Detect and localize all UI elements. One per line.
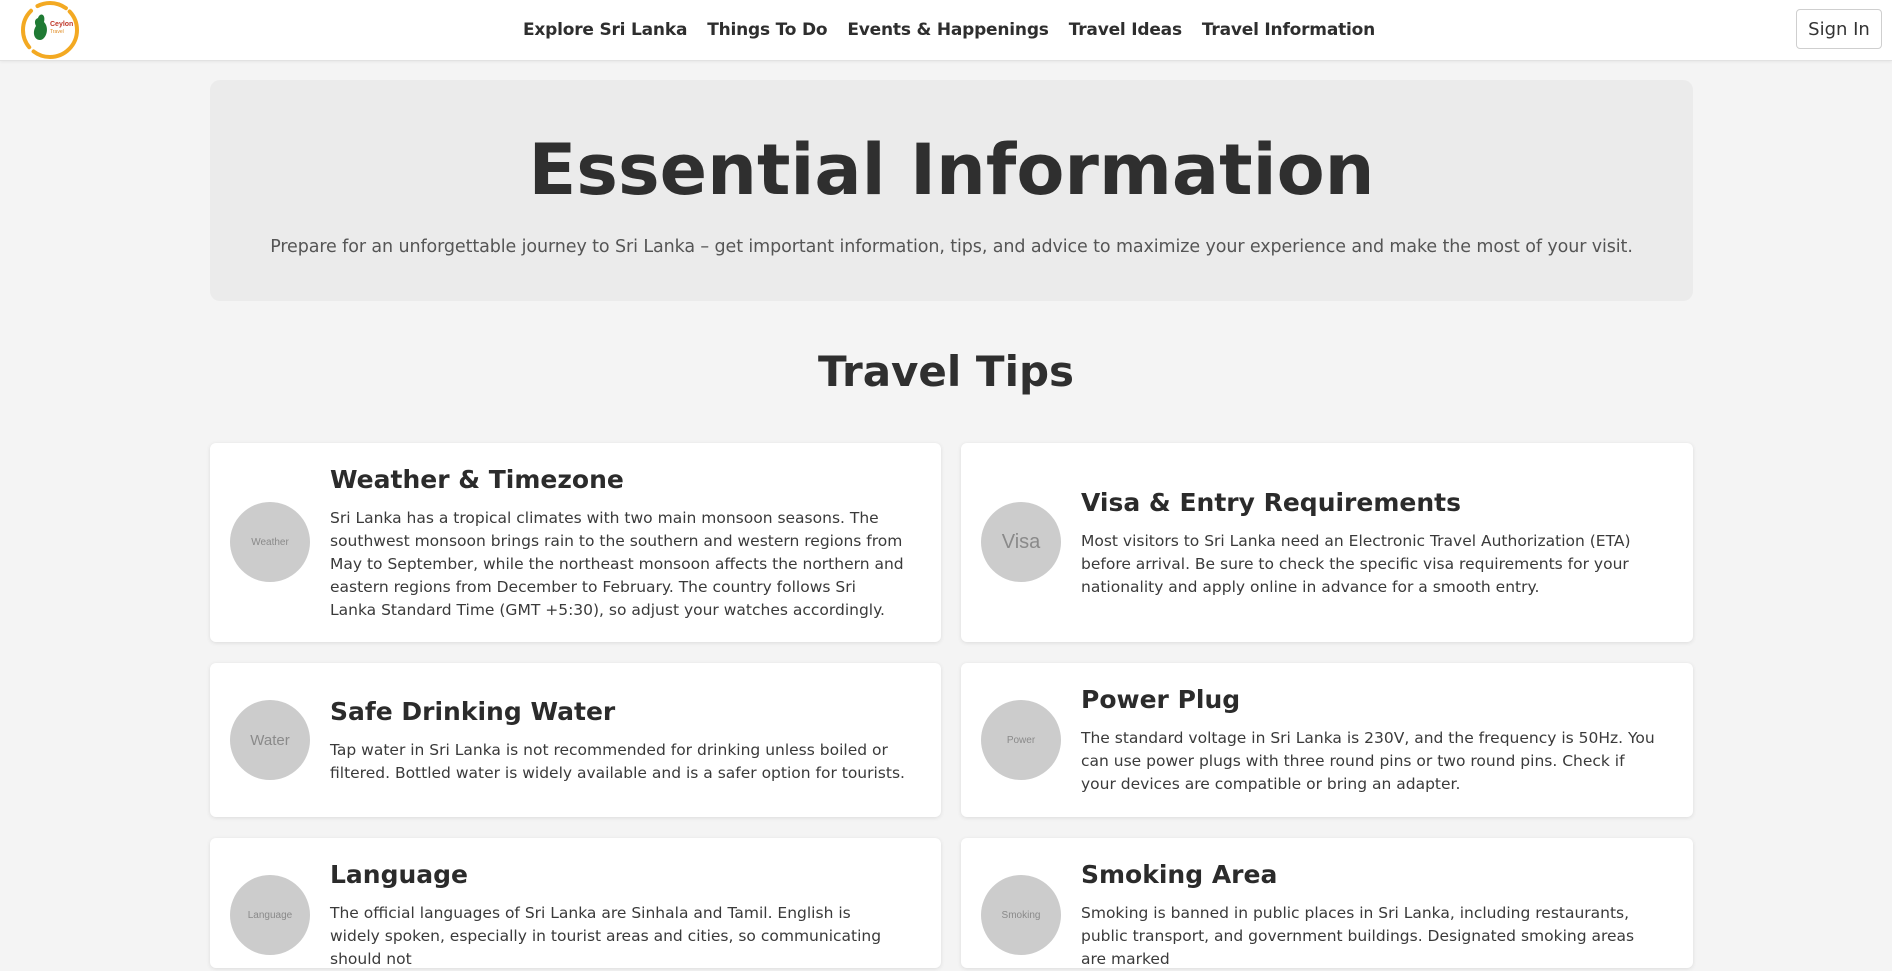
site-header: Ceylon Travel Explore Sri Lanka Things T… bbox=[0, 0, 1892, 61]
tip-card-language: Language Language The official languages… bbox=[210, 838, 941, 968]
tip-card-title: Visa & Entry Requirements bbox=[1081, 488, 1461, 517]
nav-events-happenings[interactable]: Events & Happenings bbox=[847, 20, 1049, 40]
tip-card-water: Water Safe Drinking Water Tap water in S… bbox=[210, 663, 941, 817]
tip-card-title: Language bbox=[330, 860, 469, 889]
travel-tips-heading: Travel Tips bbox=[817, 347, 1075, 396]
hero-banner: Essential Information Prepare for an unf… bbox=[210, 80, 1693, 301]
tip-card-title: Safe Drinking Water bbox=[330, 697, 616, 726]
tip-card-smoking: Smoking Smoking Area Smoking is banned i… bbox=[961, 838, 1693, 968]
smoking-icon: Smoking bbox=[981, 875, 1061, 955]
nav-explore-sri-lanka[interactable]: Explore Sri Lanka bbox=[523, 20, 687, 40]
tip-card-title: Smoking Area bbox=[1081, 860, 1278, 889]
water-icon: Water bbox=[230, 700, 310, 780]
nav-things-to-do[interactable]: Things To Do bbox=[707, 20, 827, 40]
language-icon: Language bbox=[230, 875, 310, 955]
sign-in-button[interactable]: Sign In bbox=[1796, 9, 1882, 49]
tip-card-visa: Visa Visa & Entry Requirements Most visi… bbox=[961, 443, 1693, 642]
nav-travel-information[interactable]: Travel Information bbox=[1202, 20, 1375, 40]
tip-card-text: Tap water in Sri Lanka is not recommende… bbox=[330, 741, 905, 782]
tip-card-text: Most visitors to Sri Lanka need an Elect… bbox=[1081, 532, 1631, 596]
page-title: Essential Information bbox=[528, 129, 1375, 211]
tip-card-weather: Weather Weather & Timezone Sri Lanka has… bbox=[210, 443, 941, 642]
power-plug-icon: Power bbox=[981, 700, 1061, 780]
main-nav: Explore Sri Lanka Things To Do Events & … bbox=[0, 0, 1892, 60]
visa-icon: Visa bbox=[981, 502, 1061, 582]
tip-card-title: Power Plug bbox=[1081, 685, 1241, 714]
tip-card-text: The standard voltage in Sri Lanka is 230… bbox=[1081, 729, 1655, 793]
weather-icon: Weather bbox=[230, 502, 310, 582]
nav-travel-ideas[interactable]: Travel Ideas bbox=[1069, 20, 1182, 40]
tip-card-title: Weather & Timezone bbox=[330, 465, 624, 494]
tip-card-text: Sri Lanka has a tropical climates with t… bbox=[330, 509, 904, 619]
hero-subtitle: Prepare for an unforgettable journey to … bbox=[270, 237, 1633, 257]
tip-card-power: Power Power Plug The standard voltage in… bbox=[961, 663, 1693, 817]
